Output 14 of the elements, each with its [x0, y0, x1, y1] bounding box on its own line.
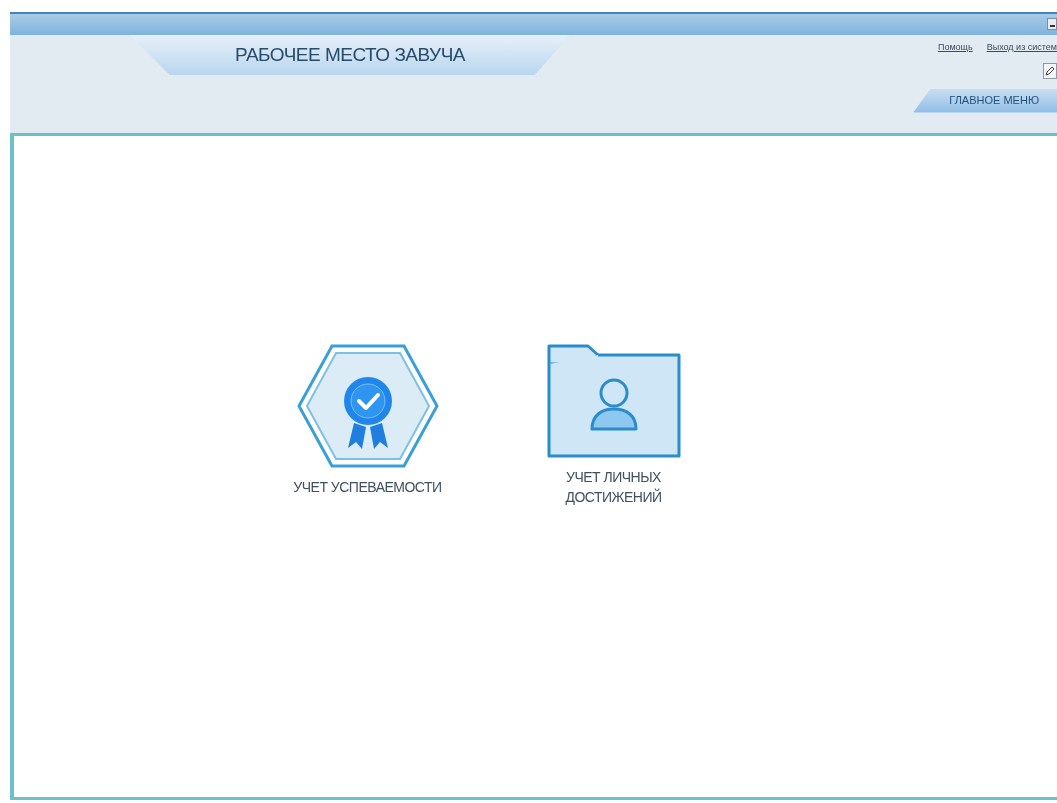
tile-label: УЧЕТ УСПЕВАЕМОСТИ	[293, 478, 442, 497]
main-menu-tab[interactable]: ГЛАВНОЕ МЕНЮ	[913, 88, 1057, 113]
workspace-title: РАБОЧЕЕ МЕСТО ЗАВУЧА	[235, 42, 465, 67]
menu-tile[interactable]: УЧЕТ УСПЕВАЕМОСТИ	[292, 343, 443, 497]
minimize-icon	[1049, 25, 1055, 27]
tile-label: УЧЕТ ЛИЧНЫХ ДОСТИЖЕНИЙ	[564, 468, 663, 507]
pencil-icon	[1045, 65, 1055, 76]
menu-tile[interactable]: УЧЕТ ЛИЧНЫХ ДОСТИЖЕНИЙ	[538, 343, 689, 507]
folder-person-icon	[545, 343, 682, 459]
minimize-button[interactable]	[1047, 18, 1057, 30]
edit-button[interactable]	[1043, 62, 1057, 79]
help-link[interactable]: Помощь	[937, 41, 973, 55]
award-badge-icon	[295, 343, 440, 469]
logout-link[interactable]: Выход из систем	[986, 41, 1057, 55]
